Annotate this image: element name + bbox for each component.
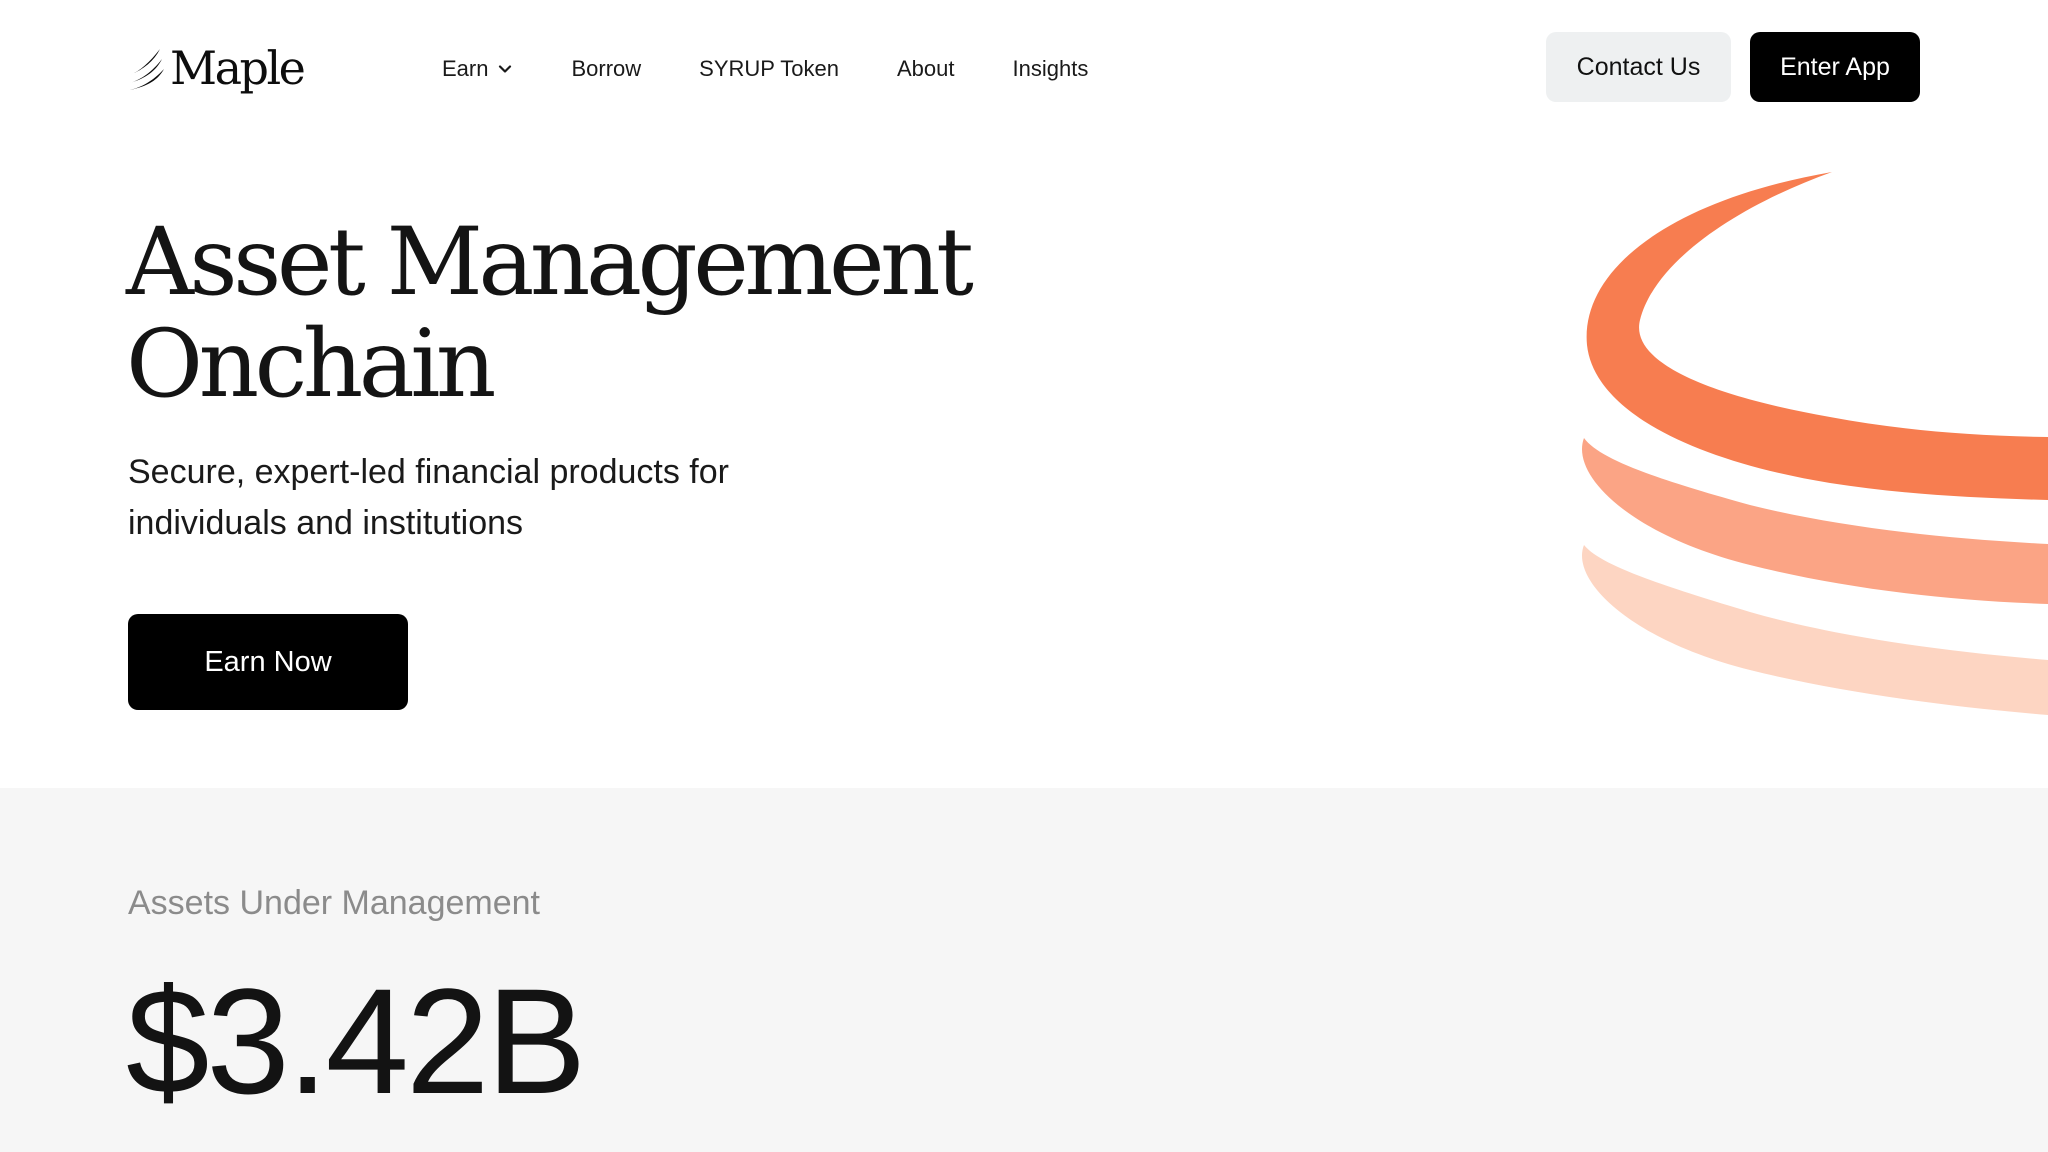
main-nav: Earn Borrow SYRUP Token About Insights xyxy=(442,50,1088,88)
hero-subtitle: Secure, expert-led financial products fo… xyxy=(128,447,888,549)
nav-item-insights[interactable]: Insights xyxy=(1013,56,1089,82)
nav-item-borrow[interactable]: Borrow xyxy=(571,56,641,82)
stats-section: Assets Under Management $3.42B xyxy=(0,788,2048,1152)
nav-item-earn-label: Earn xyxy=(442,56,489,81)
nav-item-insights-label: Insights xyxy=(1012,56,1089,81)
contact-us-button[interactable]: Contact Us xyxy=(1546,32,1731,102)
orange-rings-graphic xyxy=(1582,172,2048,715)
hero-title-line-1: Asset Management xyxy=(126,208,974,317)
nav-item-borrow-label: Borrow xyxy=(571,56,642,81)
hero-title: Asset Management Onchain xyxy=(126,208,974,419)
hero-subtitle-line-1: Secure, expert-led financial products fo… xyxy=(128,453,729,491)
logo-wordmark: Maple xyxy=(170,41,306,95)
maple-logo[interactable]: Maple xyxy=(128,41,306,95)
hero-subtitle-line-2: individuals and institutions xyxy=(128,504,524,542)
aum-value: $3.42B xyxy=(126,957,586,1125)
enter-app-button[interactable]: Enter App xyxy=(1750,32,1920,102)
aum-label: Assets Under Management xyxy=(128,884,540,922)
nav-item-syrup-token[interactable]: SYRUP Token xyxy=(699,56,839,82)
chevron-down-icon xyxy=(499,65,512,73)
nav-item-about-label: About xyxy=(897,56,955,81)
nav-item-syrup-token-label: SYRUP Token xyxy=(699,56,839,81)
hero-title-line-2: Onchain xyxy=(126,310,496,419)
nav-item-earn[interactable]: Earn xyxy=(442,56,513,82)
maple-logo-icon xyxy=(130,49,164,90)
site-header: Maple Earn Borrow SYRUP Token About Insi… xyxy=(0,0,2048,135)
ring-dark xyxy=(1586,172,2048,500)
earn-now-button[interactable]: Earn Now xyxy=(128,614,408,710)
nav-item-about[interactable]: About xyxy=(897,56,955,82)
